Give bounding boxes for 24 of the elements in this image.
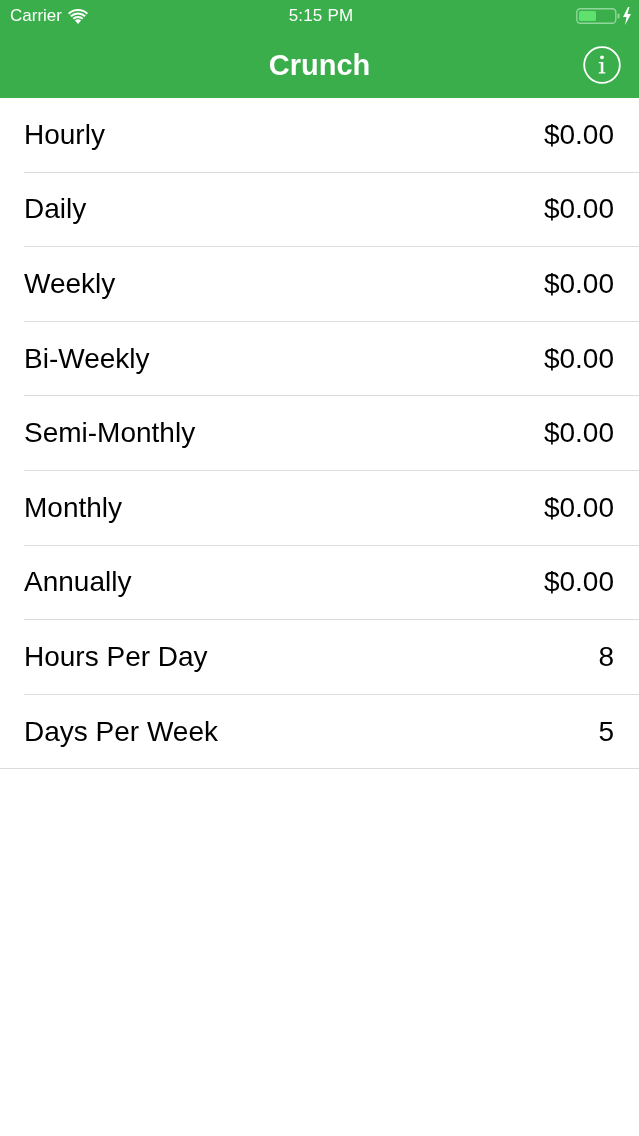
row-value: $0.00 — [543, 417, 614, 450]
carrier-name: Carrier — [10, 6, 62, 26]
row-value: $0.00 — [543, 193, 614, 226]
status-time: 5:15 PM — [288, 6, 354, 26]
row-label: Weekly — [24, 268, 116, 300]
row-value: $0.00 — [543, 118, 614, 151]
row-value: $0.00 — [543, 491, 614, 524]
row-label: Hourly — [24, 118, 105, 151]
row-value: 8 — [598, 640, 614, 673]
row-label: Annually — [24, 566, 132, 599]
info-icon[interactable] — [583, 46, 621, 84]
row-value: 5 — [598, 715, 614, 748]
row-label: Hours Per Day — [24, 640, 208, 673]
row-value: $0.00 — [543, 566, 614, 599]
wifi-icon — [67, 8, 88, 24]
row-value: $0.00 — [543, 342, 614, 375]
row-label: Daily — [24, 193, 87, 226]
row-label: Bi-Weekly — [24, 342, 150, 375]
row-label: Monthly — [24, 491, 123, 524]
row-label: Semi-Monthly — [24, 417, 196, 450]
battery-charging-icon — [576, 7, 632, 25]
app-title: Crunch — [268, 48, 371, 82]
row-label: Days Per Week — [24, 715, 218, 748]
row-value: $0.00 — [543, 268, 614, 300]
